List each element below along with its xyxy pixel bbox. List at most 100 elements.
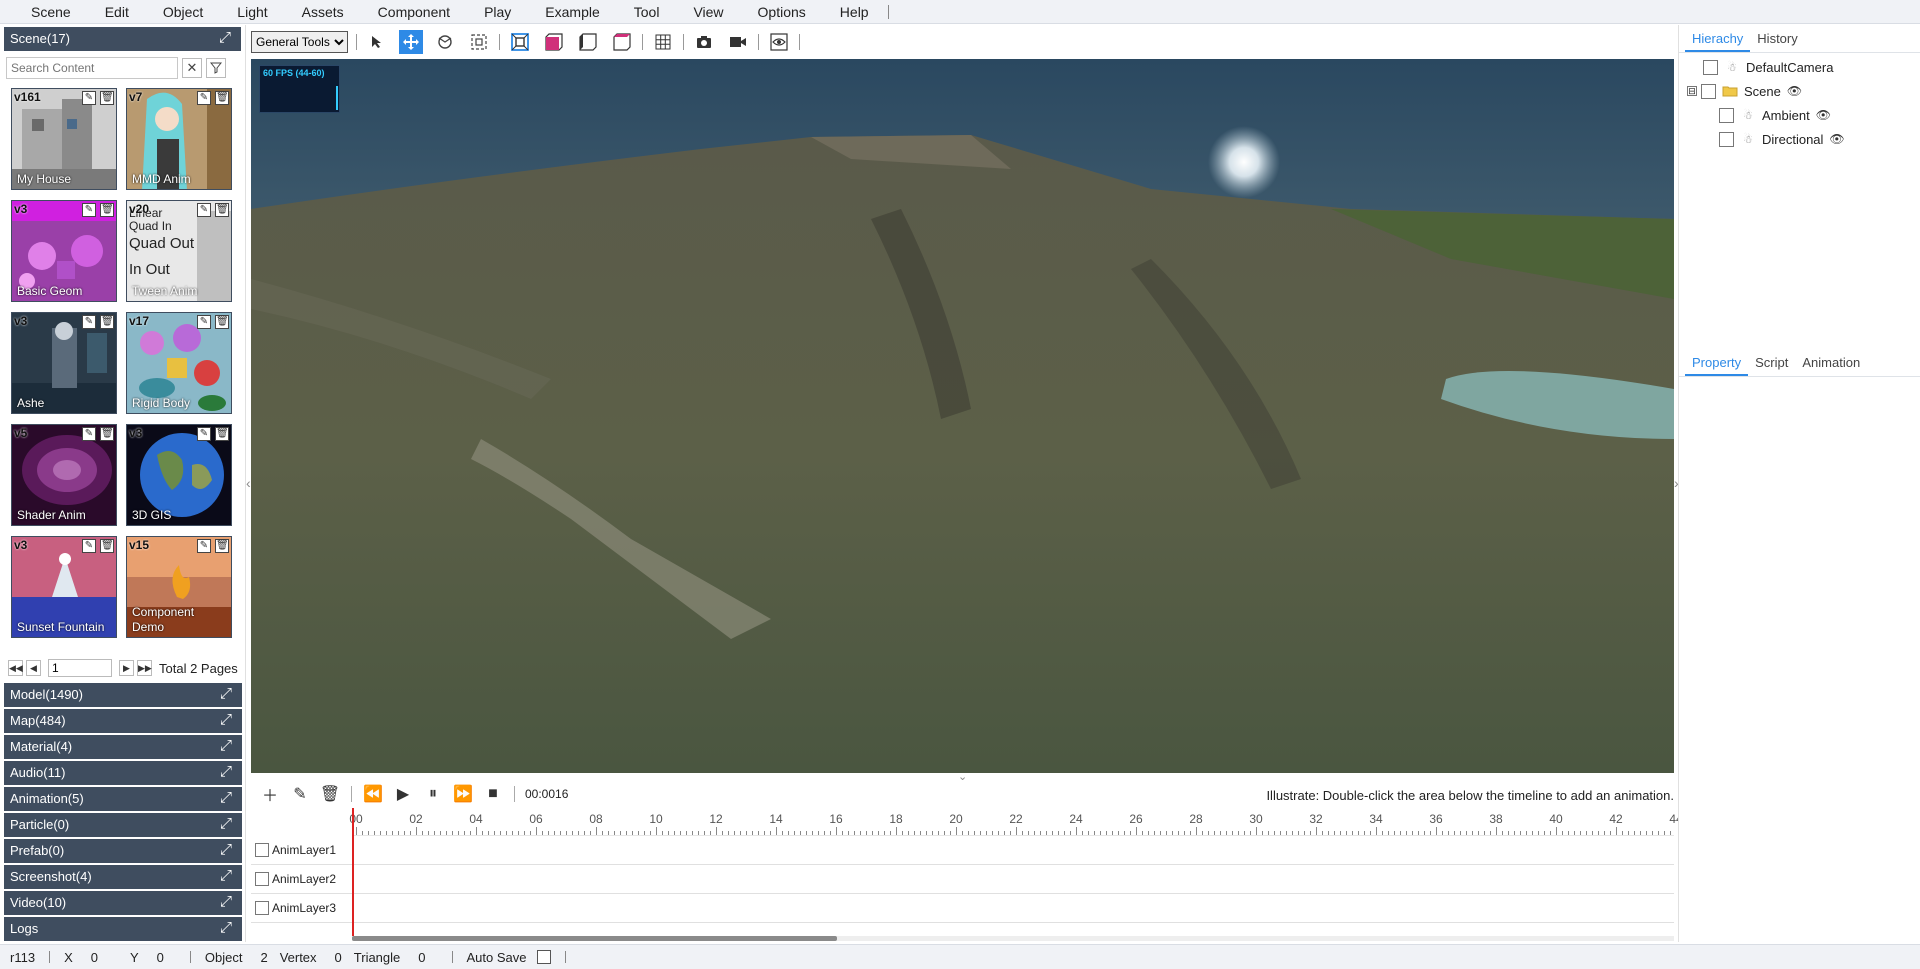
expand-icon[interactable]: ⤢ [218, 686, 234, 702]
video-camera-icon[interactable] [726, 30, 750, 54]
menu-play[interactable]: Play [467, 0, 528, 24]
trash-icon[interactable]: 🗑 [100, 427, 114, 441]
play-icon[interactable]: ▶ [390, 781, 416, 807]
menu-assets[interactable]: Assets [285, 0, 361, 24]
prev-page-icon[interactable]: ◀ [26, 660, 41, 676]
node-checkbox[interactable] [1719, 131, 1734, 147]
expand-icon[interactable]: ⤢ [218, 920, 234, 936]
menu-object[interactable]: Object [146, 0, 220, 24]
rewind-icon[interactable]: ⏪ [360, 781, 386, 807]
tree-node-directional[interactable]: ☃ Directional 👁 [1679, 127, 1920, 151]
node-checkbox[interactable] [1719, 107, 1734, 123]
scene-category-header[interactable]: Scene(17) ⤢ [4, 27, 241, 51]
scene-card-basic-geom[interactable]: v3 ✎ 🗑 Basic Geom [11, 200, 117, 302]
category-prefab[interactable]: Prefab(0) ⤢ [4, 839, 242, 863]
category-map[interactable]: Map(484) ⤢ [4, 709, 242, 733]
expand-icon[interactable]: ⤢ [218, 790, 234, 806]
tab-hierarchy[interactable]: Hierachy [1685, 25, 1751, 52]
category-material[interactable]: Material(4) ⤢ [4, 735, 242, 759]
expand-icon[interactable]: ⤢ [218, 712, 234, 728]
next-page-icon[interactable]: ▶ [119, 660, 134, 676]
scene-card-3d-gis[interactable]: v3 ✎ 🗑 3D GIS [126, 424, 232, 526]
tool-mode-select[interactable]: General Tools [251, 31, 348, 53]
layer-checkbox[interactable] [255, 901, 269, 915]
edit-icon[interactable]: ✎ [82, 315, 96, 329]
collapse-icon[interactable]: ⊟ [1687, 86, 1697, 96]
expand-icon[interactable]: ⤢ [217, 30, 233, 46]
trash-icon[interactable]: 🗑 [100, 91, 114, 105]
scene-card-my-house[interactable]: v161 ✎ 🗑 My House [11, 88, 117, 190]
layer-checkbox[interactable] [255, 843, 269, 857]
anim-layer-row[interactable]: AnimLayer2 [251, 865, 1674, 894]
last-page-icon[interactable]: ▶▶ [137, 660, 152, 676]
edit-icon[interactable]: ✎ [197, 91, 211, 105]
menu-view[interactable]: View [676, 0, 740, 24]
menu-component[interactable]: Component [361, 0, 467, 24]
view-side-icon[interactable] [576, 30, 600, 54]
stop-icon[interactable]: ■ [480, 781, 506, 807]
camera-icon[interactable] [692, 30, 716, 54]
scene-card-sunset-fountain[interactable]: v3 ✎ 🗑 Sunset Fountain [11, 536, 117, 638]
edit-icon[interactable]: ✎ [287, 781, 313, 807]
first-page-icon[interactable]: ◀◀ [8, 660, 23, 676]
scene-card-rigid-body[interactable]: v17 ✎ 🗑 Rigid Body [126, 312, 232, 414]
edit-icon[interactable]: ✎ [197, 427, 211, 441]
expand-icon[interactable]: ⤢ [218, 816, 234, 832]
scene-card-component-demo[interactable]: v15 ✎ 🗑 Component Demo [126, 536, 232, 638]
trash-icon[interactable]: 🗑 [100, 539, 114, 553]
timeline-ruler[interactable]: 00 02 04 06 08 10 12 14 16 18 20 22 24 26 28 30 32 34 36 38… [349, 808, 1683, 836]
edit-icon[interactable]: ✎ [197, 539, 211, 553]
menu-options[interactable]: Options [741, 0, 823, 24]
edit-icon[interactable]: ✎ [82, 539, 96, 553]
page-input[interactable] [48, 659, 112, 677]
view-settings-icon[interactable] [767, 30, 791, 54]
pause-icon[interactable]: ⏸ [420, 781, 446, 807]
add-icon[interactable]: ＋ [257, 781, 283, 807]
eye-icon[interactable]: 👁 [1816, 108, 1831, 122]
trash-icon[interactable]: 🗑 [100, 315, 114, 329]
tab-history[interactable]: History [1750, 25, 1804, 52]
scrollbar-thumb[interactable] [352, 936, 837, 941]
category-model[interactable]: Model(1490) ⤢ [4, 683, 242, 707]
trash-icon[interactable]: 🗑 [215, 427, 229, 441]
category-video[interactable]: Video(10) ⤢ [4, 891, 242, 915]
expand-icon[interactable]: ⤢ [218, 894, 234, 910]
fast-forward-icon[interactable]: ⏩ [450, 781, 476, 807]
menu-edit[interactable]: Edit [88, 0, 146, 24]
edit-icon[interactable]: ✎ [197, 203, 211, 217]
view-top-icon[interactable] [610, 30, 634, 54]
rotate-icon[interactable] [433, 30, 457, 54]
menu-help[interactable]: Help [823, 0, 886, 24]
grid-icon[interactable] [651, 30, 675, 54]
edit-icon[interactable]: ✎ [82, 203, 96, 217]
clear-search-icon[interactable]: ✕ [182, 58, 202, 78]
filter-icon[interactable] [206, 58, 226, 78]
tab-script[interactable]: Script [1748, 349, 1795, 376]
scale-icon[interactable] [467, 30, 491, 54]
trash-icon[interactable]: 🗑 [215, 539, 229, 553]
collapse-left-icon[interactable]: ‹ [246, 475, 251, 491]
category-audio[interactable]: Audio(11) ⤢ [4, 761, 242, 785]
tab-property[interactable]: Property [1685, 349, 1749, 376]
category-logs[interactable]: Logs ⤢ [4, 917, 242, 941]
node-checkbox[interactable] [1703, 59, 1718, 75]
auto-save-checkbox[interactable] [536, 950, 551, 964]
trash-icon[interactable]: 🗑 [215, 315, 229, 329]
tree-node-scene[interactable]: ⊟ Scene 👁 [1679, 79, 1920, 103]
tree-node-ambient[interactable]: ☃ Ambient 👁 [1679, 103, 1920, 127]
category-animation[interactable]: Animation(5) ⤢ [4, 787, 242, 811]
menu-tool[interactable]: Tool [617, 0, 677, 24]
tree-node-default-camera[interactable]: ☃ DefaultCamera [1679, 55, 1920, 79]
layer-checkbox[interactable] [255, 872, 269, 886]
timeline-scrollbar[interactable] [352, 936, 1674, 941]
scene-card-tween-anim[interactable]: Linear Quad In Quad Out In Out v20 ✎ 🗑 Tw… [126, 200, 232, 302]
eye-icon[interactable]: 👁 [1829, 132, 1844, 146]
trash-icon[interactable]: 🗑 [215, 91, 229, 105]
category-screenshot[interactable]: Screenshot(4) ⤢ [4, 865, 242, 889]
eye-icon[interactable]: 👁 [1787, 84, 1802, 98]
expand-icon[interactable]: ⤢ [218, 842, 234, 858]
expand-icon[interactable]: ⤢ [218, 868, 234, 884]
category-particle[interactable]: Particle(0) ⤢ [4, 813, 242, 837]
scene-card-shader-anim[interactable]: v5 ✎ 🗑 Shader Anim [11, 424, 117, 526]
move-icon[interactable] [399, 30, 423, 54]
